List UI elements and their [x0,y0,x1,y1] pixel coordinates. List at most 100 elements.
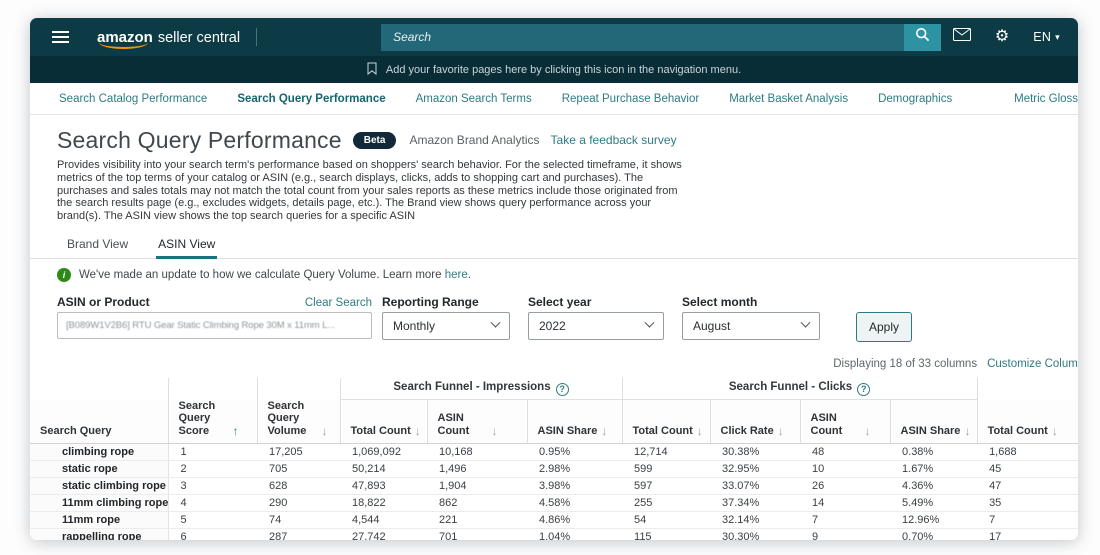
metric-cell: 9 [800,528,891,540]
page-title: Search Query Performance [57,126,342,153]
metric-cell: 4,544 [340,511,427,530]
column-group-spacer [167,377,257,400]
metric-cell: 1 [168,443,257,462]
sort-desc-icon[interactable]: ↓ [415,425,421,437]
nav-item[interactable]: Demographics [878,93,952,105]
metric-cell: 1.67% [890,460,978,479]
search-query-cell: 11mm rope [30,511,169,530]
feedback-survey-link[interactable]: Take a feedback survey [551,133,677,147]
reporting-range-select[interactable]: Monthly [382,311,510,340]
column-group-spacer [30,378,168,400]
table-row: 11mm rope 5 74 4,544 221 4.86% 54 32.14% 7 12.96%… [30,511,1078,530]
search-query-cell: static climbing rope [30,477,169,496]
tab-brand-view[interactable]: Brand View [65,232,130,258]
customize-columns-link[interactable]: Customize Columns [987,358,1078,370]
nav-item[interactable]: Search Catalog Performance [59,93,207,105]
table-header-row: Search Query Search Query Score ↑ Search Qu… [30,399,1078,445]
sort-desc-icon[interactable]: ↓ [778,425,784,437]
column-header[interactable]: ASIN Count ↓ [799,399,891,445]
metric-cell: 4 [168,494,257,513]
metric-cell: 47 [977,477,1078,496]
month-select[interactable]: August [682,311,820,340]
nav-item[interactable]: Search Query Performance [237,93,385,105]
metric-cell: 30.30% [710,528,801,540]
column-header[interactable]: ASIN Share ↓ [889,399,978,445]
column-header[interactable]: Total Count ↓ [976,399,1078,445]
sort-asc-icon[interactable]: ↑ [233,425,239,437]
tab-asin-view[interactable]: ASIN View [156,232,218,259]
column-header[interactable]: Click Rate ↓ [709,399,801,445]
sort-desc-icon[interactable]: ↓ [601,425,607,437]
metric-cell: 2.98% [527,460,623,479]
metric-cell: 7 [977,511,1078,530]
metric-cell: 27,742 [340,528,427,540]
column-header[interactable]: ASIN Share ↓ [526,399,623,445]
year-group: Select year 2022 [528,295,664,340]
column-header[interactable]: Total Count ↓ [621,399,711,445]
table-row: climbing rope 1 17,205 1,069,092 10,168 0.95%… [30,443,1078,462]
metric-cell: 45 [977,460,1078,479]
column-header[interactable]: Search Query [30,399,168,445]
sort-desc-icon[interactable]: ↓ [865,425,871,437]
metric-cell: 5 [168,511,257,530]
nav-item[interactable]: Market Basket Analysis [729,93,848,105]
column-header[interactable]: Search Query Score ↑ [167,399,257,445]
columns-count-text: Displaying 18 of 33 columns [833,357,978,370]
messages-icon[interactable] [952,28,971,46]
search-query-cell: rappelling rope [30,528,169,540]
global-search: Search [381,23,942,51]
column-header[interactable]: ASIN Count ↓ [426,399,527,445]
favorites-hint-bar: Add your favorite pages here by clicking… [30,56,1078,83]
metric-cell: 3.98% [527,477,623,496]
metric-cell: 597 [622,477,711,496]
table-group-header-row: Search Funnel - Impressions? Search Funne… [30,377,1078,401]
month-label: Select month [682,294,758,309]
metric-cell: 599 [622,460,711,479]
metric-cell: 0.38% [890,443,978,462]
column-header[interactable]: Total Count ↓ [339,399,427,445]
metric-cell: 32.14% [710,511,801,530]
year-label: Select year [528,294,592,309]
chevron-down-icon [490,318,501,329]
metric-cell: 30.38% [710,443,801,462]
asin-input[interactable]: [B089W1V2B6] RTU Gear Static Climbing Ro… [57,311,372,339]
sort-desc-icon[interactable]: ↓ [322,425,328,437]
metric-cell: 290 [257,494,340,513]
settings-gear-icon[interactable]: ⚙ [995,29,1009,45]
nav-item[interactable]: Amazon Search Terms [416,93,532,105]
column-header[interactable]: Search Query Volume ↓ [256,399,340,445]
search-icon [915,27,930,47]
amazon-seller-central-logo[interactable]: amazon seller central [97,29,241,49]
learn-more-link[interactable]: here [445,269,468,281]
metric-cell: 6 [168,528,257,540]
page-subtitle: Amazon Brand Analytics [409,133,540,147]
hamburger-menu-icon[interactable] [52,31,69,43]
clear-search-link[interactable]: Clear Search [305,297,372,309]
metric-cell: 12.96% [890,511,978,530]
metric-cell: 0.70% [890,528,978,540]
search-query-cell: climbing rope [30,443,169,462]
metric-cell: 5.49% [890,494,978,513]
sort-desc-icon[interactable]: ↓ [697,425,703,437]
nav-item[interactable]: Repeat Purchase Behavior [562,93,699,105]
search-button[interactable] [904,23,942,51]
nav-item-metric-glossary[interactable]: Metric Glossary [1014,93,1078,105]
seller-central-text: seller central [157,29,241,46]
sort-desc-icon[interactable]: ↓ [1052,425,1058,437]
help-icon[interactable]: ? [857,382,871,396]
metric-cell: 705 [257,460,340,479]
sort-desc-icon[interactable]: ↓ [964,425,970,437]
language-selector[interactable]: EN ▾ [1033,30,1060,44]
query-volume-notice: i We've made an update to how we calcula… [57,268,1078,283]
year-select[interactable]: 2022 [528,311,664,340]
table-row: static rope 2 705 50,214 1,496 2.98% 599 32.95%… [30,460,1078,479]
column-group-header: Search Funnel - Clicks? [621,377,978,401]
help-icon[interactable]: ? [555,382,569,396]
search-query-table: Search Funnel - Impressions? Search Funne… [30,377,1078,540]
sort-desc-icon[interactable]: ↓ [492,425,498,437]
apply-button[interactable]: Apply [856,311,913,342]
metric-cell: 35 [977,494,1078,513]
metric-cell: 33.07% [710,477,801,496]
search-input[interactable]: Search [381,23,905,51]
metric-cell: 12,714 [622,443,711,462]
